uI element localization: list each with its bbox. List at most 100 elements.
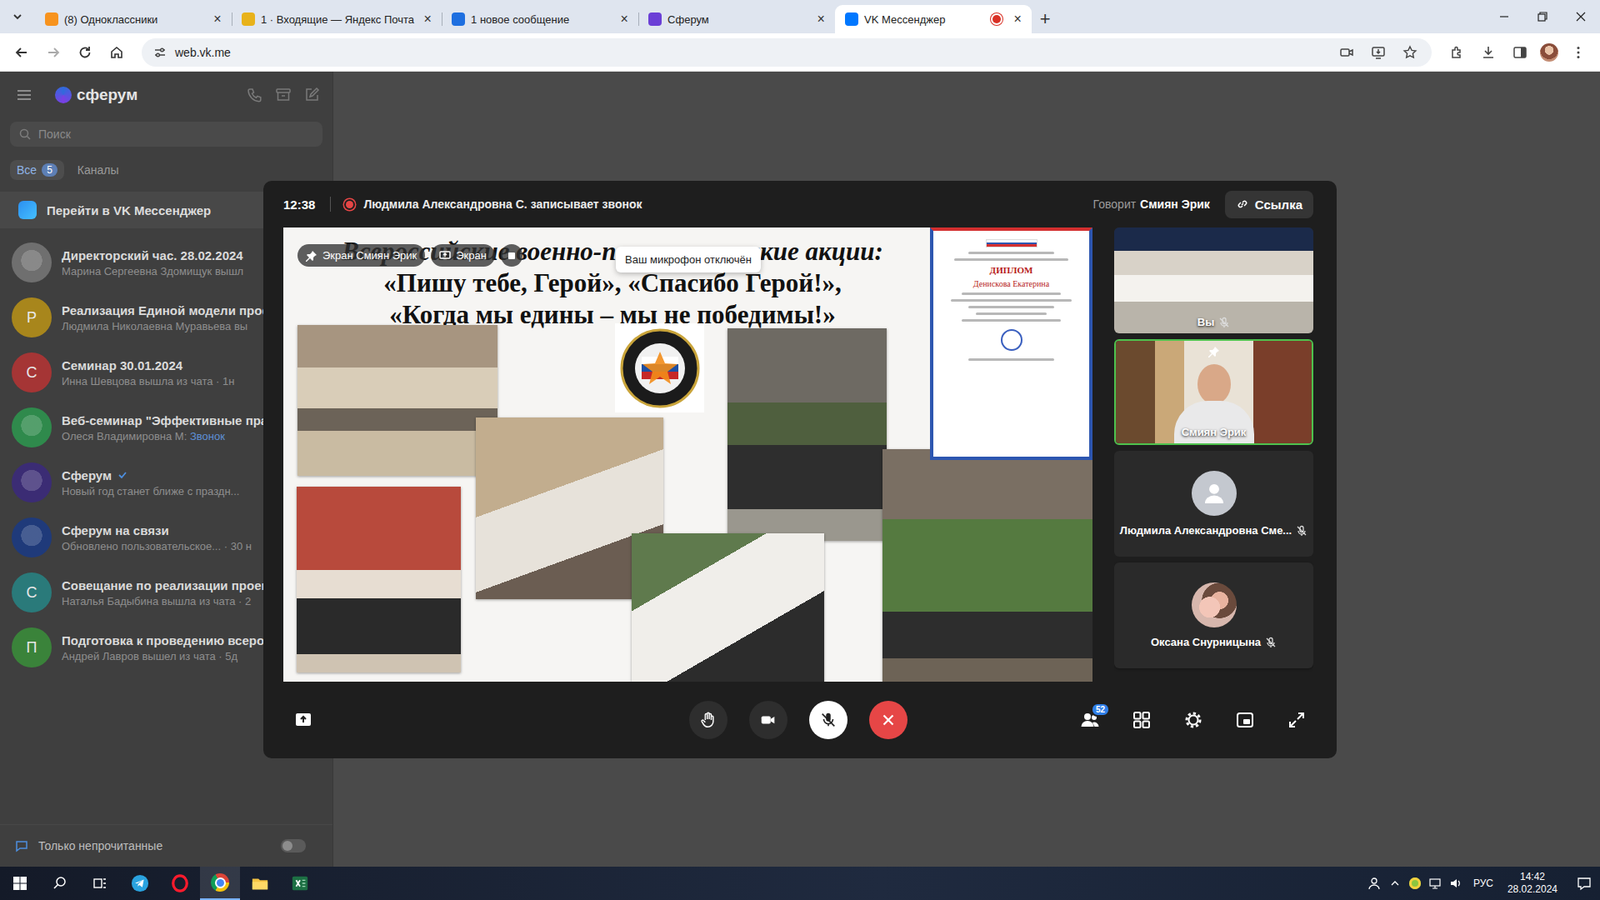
- share-screen-icon[interactable]: [293, 710, 314, 730]
- camera-button[interactable]: [749, 700, 788, 740]
- menu-icon[interactable]: [15, 85, 34, 105]
- chat-title: Директорский час. 28.02.2024: [61, 248, 244, 263]
- chat-text: СферумНовый год станет ближе с праздн...: [61, 468, 240, 498]
- brand-name: сферум: [76, 85, 138, 105]
- gear-icon[interactable]: [1183, 710, 1204, 730]
- filter-tab[interactable]: Все5: [10, 160, 65, 180]
- notifications-icon[interactable]: [1576, 875, 1592, 891]
- excel-icon: [290, 874, 310, 893]
- profile-avatar-icon[interactable]: [1540, 43, 1559, 62]
- diploma-seal: [1000, 329, 1023, 351]
- chat-preview: Инна Шевцова вышла из чата · 1н: [61, 375, 235, 388]
- chat-preview-text: Наталья Бадыбина вышла из чата · 2: [61, 595, 251, 608]
- participant-list: Вы Смиян ЭрикЛюдмила Александровна Сме...…: [1114, 227, 1314, 682]
- microphone-button[interactable]: [809, 700, 848, 740]
- chat-preview: Новый год станет ближе с праздн...: [61, 485, 240, 498]
- task-view-icon: [92, 875, 108, 891]
- forward-icon[interactable]: [41, 40, 65, 65]
- participant-tile[interactable]: Людмила Александровна Сме...: [1114, 450, 1314, 557]
- participants-button[interactable]: 52: [1080, 710, 1100, 730]
- verified-icon: [116, 469, 129, 481]
- browser-tab[interactable]: VK Мессенджер×: [835, 5, 1032, 34]
- filter-label: Все: [16, 163, 37, 177]
- compose-icon[interactable]: [302, 85, 321, 105]
- close-window-button[interactable]: [1561, 0, 1600, 34]
- tab-close-button[interactable]: ×: [210, 11, 225, 27]
- reload-icon[interactable]: [73, 40, 97, 65]
- tab-close-button[interactable]: ×: [616, 11, 632, 27]
- task-view-button[interactable]: [80, 866, 120, 900]
- star-icon[interactable]: [1398, 40, 1422, 65]
- taskbar-app[interactable]: [200, 866, 240, 900]
- participant-name: Вы: [1114, 315, 1314, 329]
- favicon-icon: [45, 12, 59, 26]
- browser-tab[interactable]: 1 · Входящие — Яндекс Почта ×: [231, 5, 442, 34]
- diploma-line: [968, 305, 1055, 309]
- fullscreen-icon[interactable]: [1286, 710, 1307, 730]
- taskbar-app[interactable]: [240, 866, 280, 900]
- participant-name-text: Оксана Снурницына: [1150, 635, 1261, 649]
- participant-tile[interactable]: Смиян Эрик: [1114, 339, 1314, 445]
- browser-tab[interactable]: 1 новое сообщение×: [441, 5, 639, 34]
- square-icon: [505, 250, 518, 262]
- hang-up-button[interactable]: [869, 700, 908, 740]
- unread-only-toggle[interactable]: [280, 839, 306, 853]
- taskbar-app[interactable]: [160, 866, 200, 900]
- language-indicator[interactable]: РУС: [1473, 877, 1494, 890]
- app-status-icon[interactable]: [1409, 877, 1421, 890]
- share-badge[interactable]: Экран Смиян Эрик: [297, 244, 425, 267]
- tab-close-button[interactable]: ×: [813, 11, 829, 27]
- restore-button[interactable]: [1523, 0, 1562, 34]
- archive-icon[interactable]: [274, 85, 293, 105]
- diploma-line: [961, 319, 1062, 322]
- tab-label: 1 · Входящие — Яндекс Почта: [260, 13, 415, 26]
- site-settings-icon[interactable]: [153, 45, 167, 60]
- participants-count: 52: [1090, 702, 1110, 717]
- telegram-icon: [130, 874, 150, 893]
- clock[interactable]: 14:4228.02.2024: [1507, 870, 1558, 896]
- emblem-icon: [615, 323, 705, 413]
- share-badge[interactable]: Экран: [430, 244, 495, 267]
- taskbar: РУС 14:4228.02.2024: [0, 866, 1600, 900]
- taskbar-app[interactable]: [120, 866, 160, 900]
- chevron-up-icon[interactable]: [1388, 876, 1402, 890]
- grid-icon[interactable]: [1131, 710, 1152, 730]
- tab-search-button[interactable]: [5, 3, 30, 30]
- filter-tab[interactable]: Каналы: [70, 160, 126, 180]
- install-icon[interactable]: [1366, 40, 1390, 65]
- share-badge-label: Экран Смиян Эрик: [322, 249, 417, 262]
- link-button[interactable]: Ссылка: [1225, 190, 1314, 219]
- chat-text: Веб-семинар "Эффективные практОлеся Влад…: [61, 413, 280, 443]
- raise-hand-button[interactable]: [689, 700, 728, 740]
- back-icon[interactable]: [10, 40, 34, 65]
- home-icon[interactable]: [105, 40, 129, 65]
- chat-avatar: [11, 242, 52, 283]
- tab-close-button[interactable]: ×: [1010, 11, 1025, 27]
- camera-icon[interactable]: [1335, 40, 1359, 65]
- participant-tile[interactable]: Вы: [1114, 227, 1314, 334]
- chat-preview-text: Марина Сергеевна Здомищук вышл: [61, 265, 244, 278]
- search-button[interactable]: [40, 866, 80, 900]
- network-icon[interactable]: [1428, 876, 1442, 890]
- start-button[interactable]: [0, 866, 40, 900]
- side-panel-icon[interactable]: [1508, 40, 1532, 65]
- menu-dots-icon[interactable]: [1566, 40, 1590, 65]
- minimize-button[interactable]: [1485, 0, 1524, 34]
- address-bar[interactable]: web.vk.me: [141, 38, 1432, 67]
- search-field[interactable]: Поиск: [10, 121, 323, 147]
- phone-icon[interactable]: [245, 85, 265, 105]
- chat-preview-text: Инна Шевцова вышла из чата · 1н: [61, 375, 235, 388]
- tab-close-button[interactable]: ×: [420, 11, 435, 27]
- download-icon[interactable]: [1476, 40, 1500, 65]
- stop-share-button[interactable]: [500, 244, 523, 267]
- sidebar-header: сферум: [0, 71, 333, 119]
- extensions-icon[interactable]: [1445, 40, 1469, 65]
- participant-tile[interactable]: Оксана Снурницына: [1114, 562, 1314, 669]
- browser-tab[interactable]: (8) Одноклассники×: [35, 5, 232, 34]
- layout-icon[interactable]: [1235, 710, 1255, 730]
- people-icon[interactable]: [1367, 876, 1381, 890]
- browser-tab[interactable]: Сферум×: [638, 5, 835, 34]
- taskbar-app[interactable]: [280, 866, 320, 900]
- volume-icon[interactable]: [1449, 876, 1463, 890]
- new-tab-button[interactable]: +: [1031, 5, 1059, 34]
